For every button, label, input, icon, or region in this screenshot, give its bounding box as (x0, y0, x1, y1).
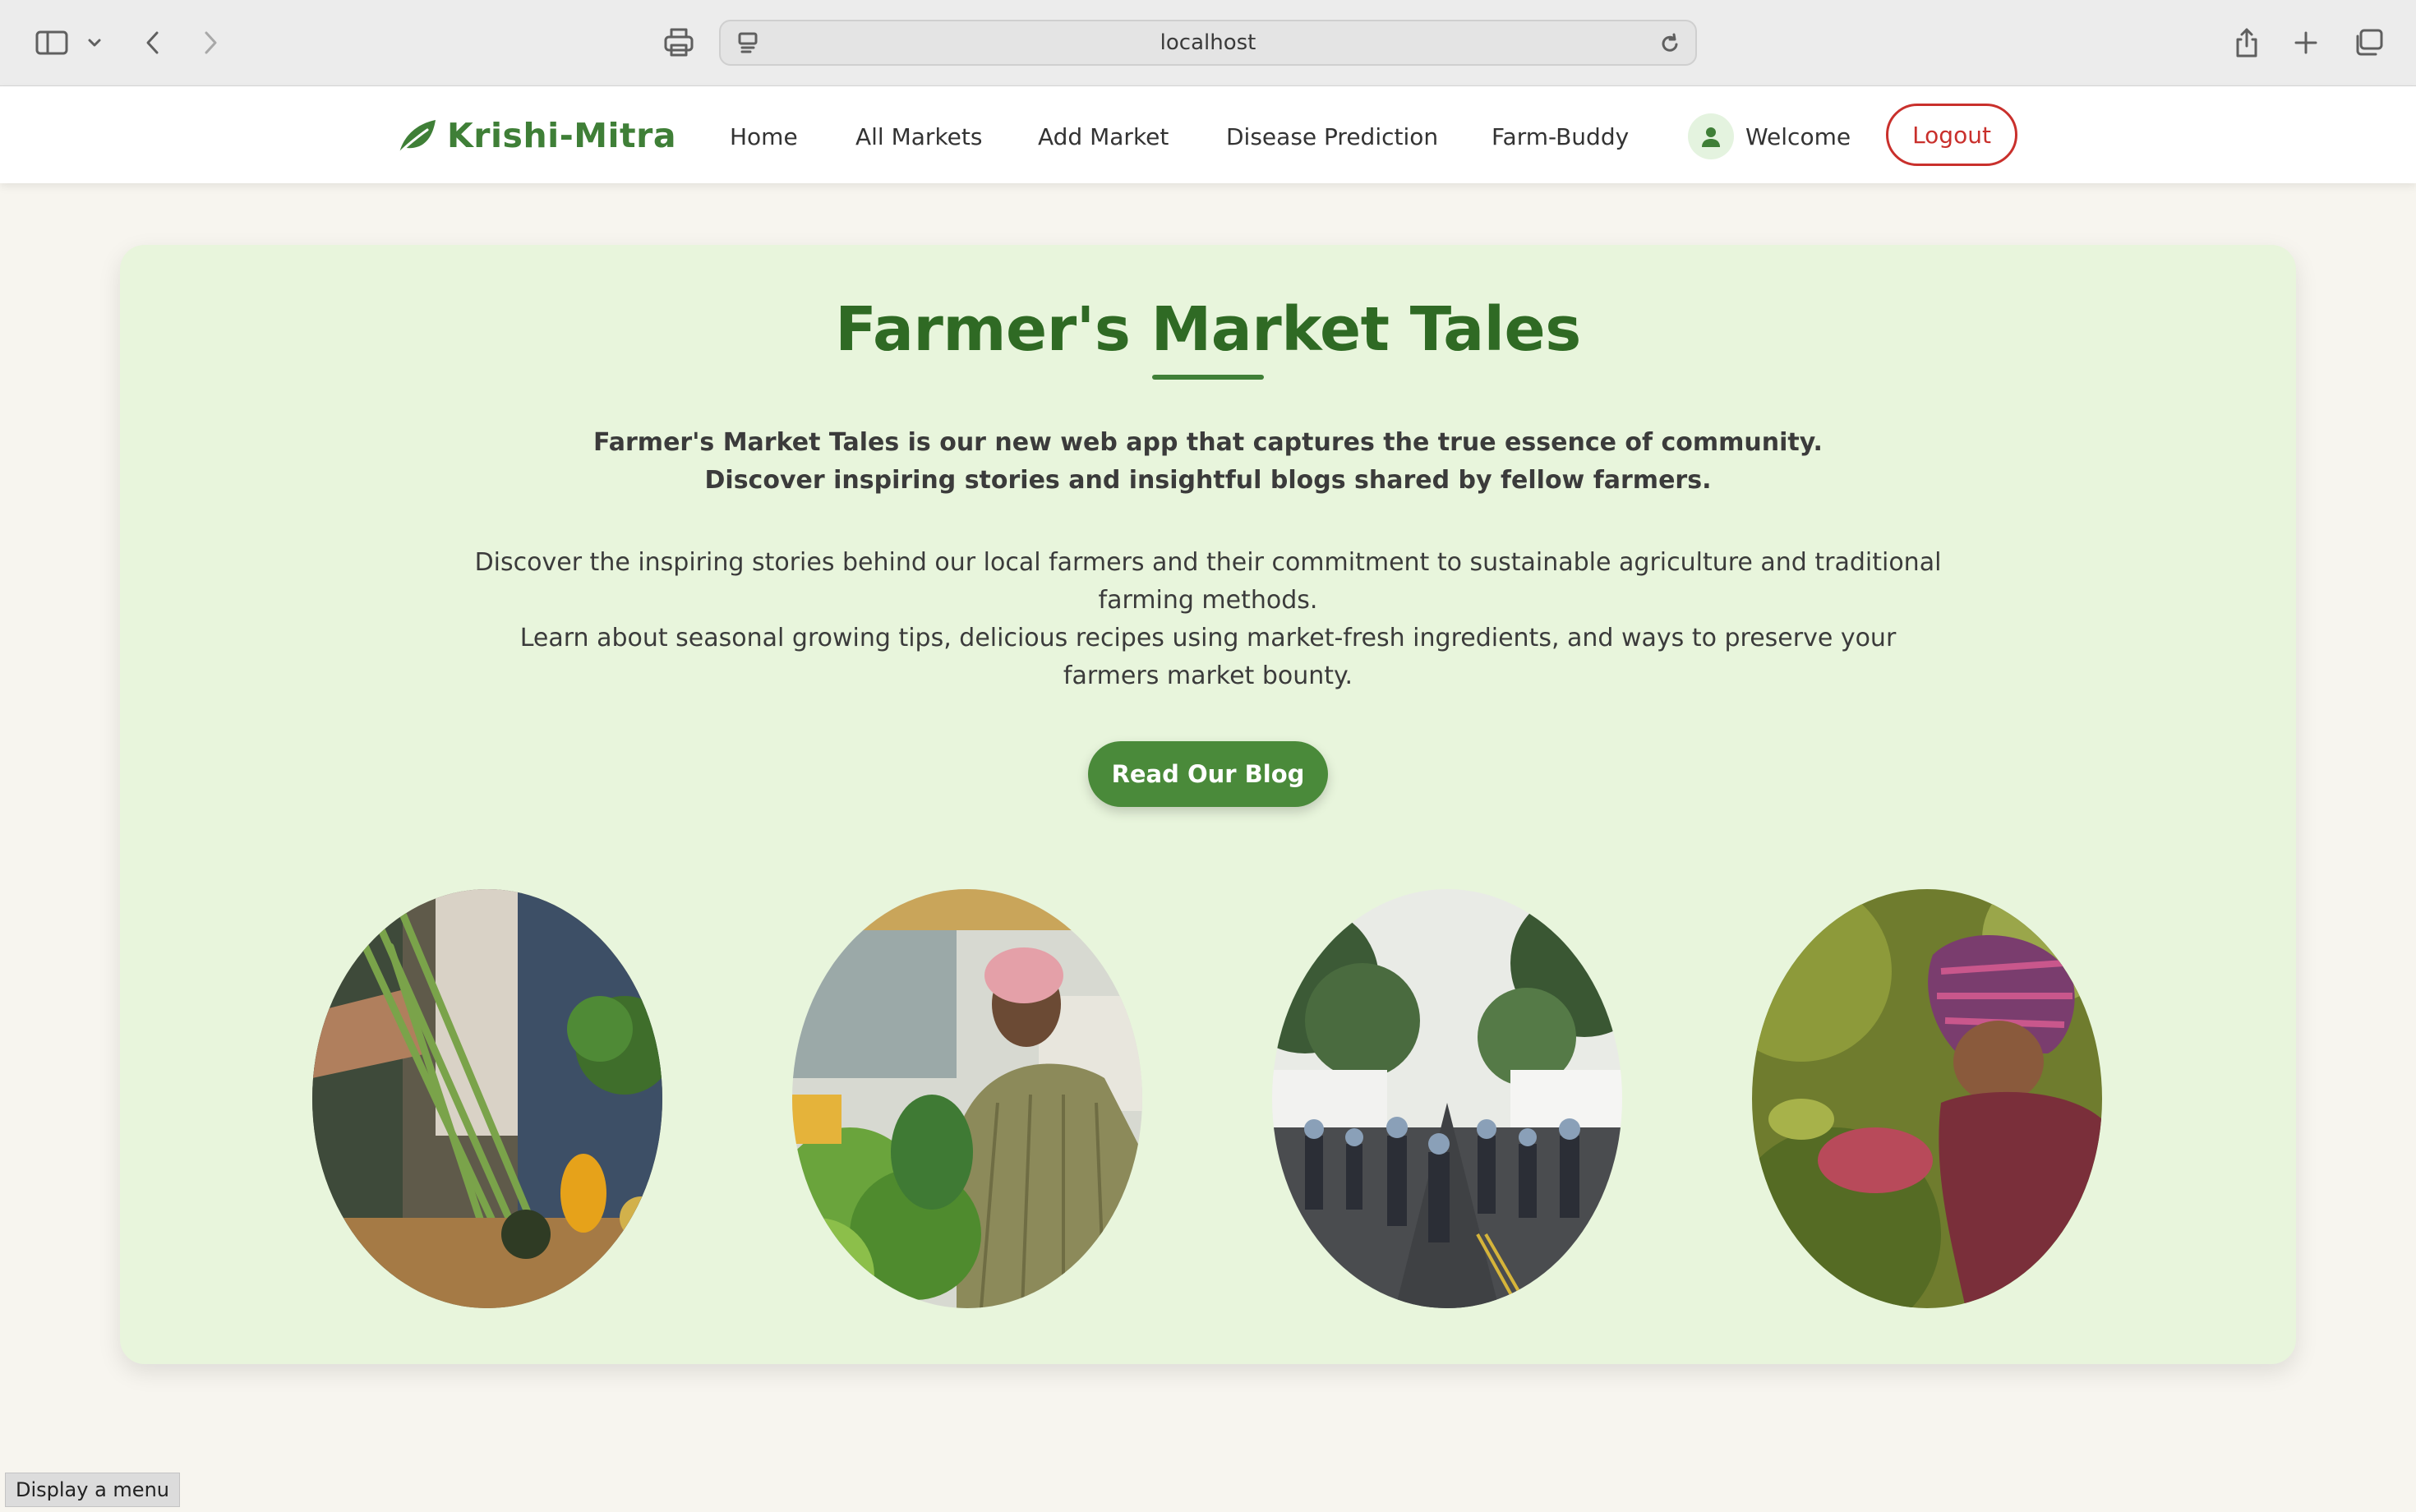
nav-add-market[interactable]: Add Market (1038, 119, 1169, 155)
leaf-icon (396, 120, 436, 156)
title-underline (1152, 375, 1264, 380)
print-icon[interactable] (657, 18, 700, 67)
hero-card: Farmer's Market Tales Farmer's Market Ta… (120, 245, 2296, 1364)
photo-market-street (1272, 889, 1622, 1308)
lead-text: Farmer's Market Tales is our new web app… (468, 424, 1948, 500)
description-paragraph-1: Discover the inspiring stories behind ou… (474, 548, 1942, 615)
page-title: Farmer's Market Tales (835, 294, 1581, 365)
lead-line-2: Discover inspiring stories and insightfu… (704, 466, 1712, 495)
nav-disease-prediction[interactable]: Disease Prediction (1226, 119, 1438, 155)
reload-icon[interactable] (1659, 32, 1681, 58)
sidebar-icon[interactable] (31, 18, 72, 67)
photo-vegetables (312, 889, 662, 1308)
tooltip: Display a menu (5, 1473, 180, 1507)
nav-home[interactable]: Home (730, 119, 798, 155)
share-icon[interactable] (2229, 18, 2265, 67)
photo-shopper-greens (792, 889, 1142, 1308)
brand-name: Krishi-Mitra (447, 116, 677, 155)
photo-farmer-headscarf (1752, 889, 2102, 1308)
browser-toolbar: localhost (0, 0, 2416, 86)
read-blog-button[interactable]: Read Our Blog (1088, 741, 1328, 807)
user-welcome[interactable]: Welcome (1688, 111, 1851, 162)
address-bar[interactable]: localhost (719, 20, 1697, 66)
logout-button[interactable]: Logout (1886, 104, 2017, 166)
tabs-icon[interactable] (2349, 18, 2388, 67)
site-navbar: Krishi-Mitra Home All Markets Add Market… (0, 86, 2416, 183)
chevron-down-icon[interactable] (82, 18, 107, 67)
url-text: localhost (1160, 30, 1256, 55)
plus-icon[interactable] (2288, 18, 2324, 67)
forward-icon[interactable] (194, 18, 227, 67)
nav-all-markets[interactable]: All Markets (855, 119, 982, 155)
description-text: Discover the inspiring stories behind ou… (468, 544, 1948, 695)
welcome-label: Welcome (1745, 122, 1851, 150)
description-paragraph-2: Learn about seasonal growing tips, delic… (519, 624, 1897, 690)
nav-farm-buddy[interactable]: Farm-Buddy (1492, 119, 1629, 155)
user-icon (1688, 113, 1734, 159)
back-icon[interactable] (136, 18, 169, 67)
brand-logo[interactable]: Krishi-Mitra (394, 111, 676, 160)
lead-line-1: Farmer's Market Tales is our new web app… (593, 428, 1823, 457)
